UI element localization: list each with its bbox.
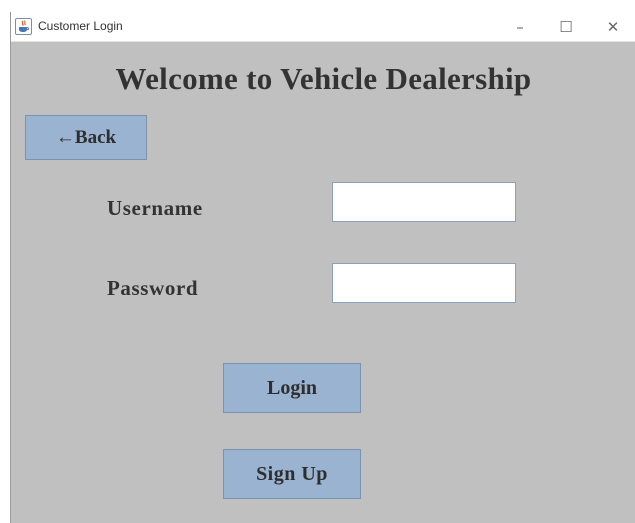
title-bar[interactable]: Customer Login – ☐ ✕ [11,12,635,42]
back-button[interactable]: ←Back [25,115,147,160]
page-heading: Welcome to Vehicle Dealership [115,61,532,96]
login-window: Customer Login – ☐ ✕ Welcome to Vehicle … [10,12,635,523]
minimize-icon[interactable]: – [497,12,543,42]
window-title: Customer Login [38,19,123,33]
password-label: Password [107,276,199,300]
login-button[interactable]: Login [223,363,361,413]
sign-up-button[interactable]: Sign Up [223,449,361,499]
username-label: Username [107,196,203,220]
java-icon [15,18,32,35]
maximize-icon[interactable]: ☐ [543,12,589,42]
password-input[interactable] [332,263,516,303]
username-input[interactable] [332,182,516,222]
close-icon[interactable]: ✕ [590,12,635,42]
